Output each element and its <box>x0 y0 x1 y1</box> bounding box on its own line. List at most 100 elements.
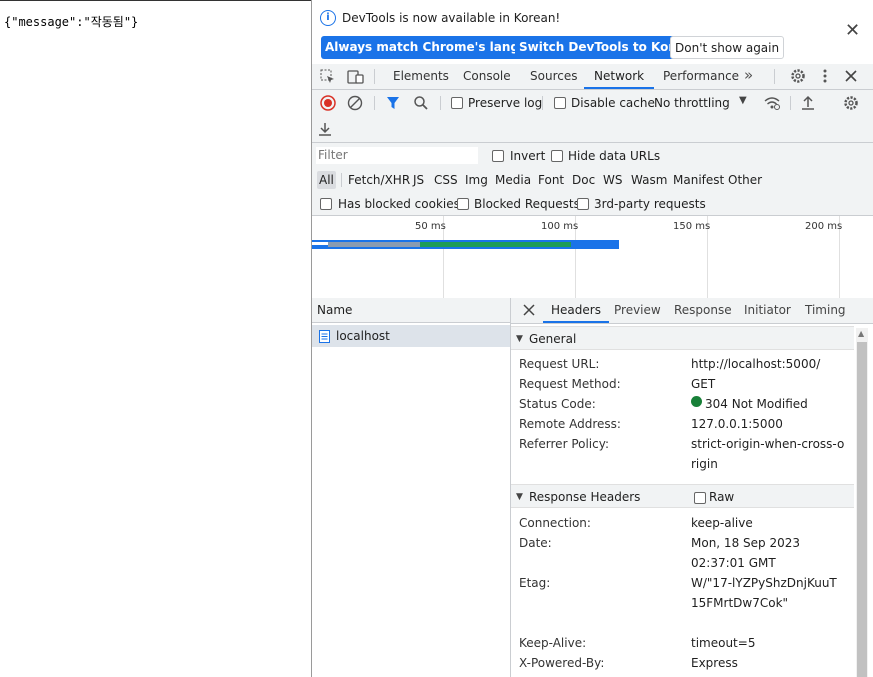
detail-tab-timing[interactable]: Timing <box>805 298 846 323</box>
more-options-vertical-icon[interactable] <box>820 68 830 84</box>
header-key: Request Method: <box>519 377 621 391</box>
type-filter-css[interactable]: CSS <box>432 171 460 189</box>
network-conditions-wifi-icon[interactable] <box>763 95 781 111</box>
tab-network[interactable]: Network <box>584 64 655 89</box>
network-overview-timeline[interactable]: 50 ms 100 ms 150 ms 200 ms <box>312 215 873 299</box>
response-headers-title: Response Headers <box>529 490 641 504</box>
import-har-upload-icon[interactable] <box>801 95 815 111</box>
settings-gear-icon[interactable] <box>790 68 806 84</box>
disable-cache-checkbox[interactable] <box>554 97 566 109</box>
type-filter-all[interactable]: All <box>317 171 336 189</box>
preserve-log-checkbox[interactable] <box>451 97 463 109</box>
record-stop-icon[interactable] <box>320 95 336 111</box>
network-toolbar: Preserve log Disable cache No throttling… <box>312 90 873 143</box>
header-key: Request URL: <box>519 357 600 371</box>
header-value: Express <box>691 656 738 670</box>
throttling-select[interactable]: No throttling <box>654 96 730 110</box>
invert-checkbox[interactable] <box>492 150 504 162</box>
header-key: Keep-Alive: <box>519 636 587 650</box>
type-filter-img[interactable]: Img <box>463 171 490 189</box>
type-filter-other[interactable]: Other <box>726 171 764 189</box>
header-key: X-Powered-By: <box>519 656 605 670</box>
type-separator <box>341 173 342 187</box>
filter-funnel-icon[interactable] <box>386 96 400 110</box>
infobar-close-icon[interactable]: ✕ <box>845 22 860 40</box>
tab-sources[interactable]: Sources <box>530 64 577 89</box>
clear-log-icon[interactable] <box>347 95 363 111</box>
detail-tab-bar: Headers Preview Response Initiator Timin… <box>511 298 873 324</box>
overview-tick-label: 100 ms <box>541 221 579 232</box>
tab-performance[interactable]: Performance <box>663 64 739 89</box>
detail-tab-initiator[interactable]: Initiator <box>744 298 791 323</box>
header-key: Referrer Policy: <box>519 437 609 451</box>
preserve-log-label: Preserve log <box>468 96 543 110</box>
hide-data-urls-checkbox[interactable] <box>551 150 563 162</box>
filter-input[interactable]: Filter <box>316 147 478 164</box>
type-filter-js[interactable]: JS <box>411 171 426 189</box>
more-tabs-chevron-icon[interactable]: » <box>744 67 753 83</box>
detail-tab-preview[interactable]: Preview <box>614 298 661 323</box>
close-devtools-icon[interactable] <box>844 69 858 83</box>
tab-separator <box>774 69 775 84</box>
header-value: GET <box>691 377 716 391</box>
devtools-panel: i DevTools is now available in Korean! ✕… <box>311 0 873 677</box>
detail-tab-response[interactable]: Response <box>674 298 732 323</box>
document-icon <box>319 330 330 343</box>
expand-triangle-icon: ▼ <box>516 334 523 344</box>
type-filter-media[interactable]: Media <box>493 171 533 189</box>
request-name: localhost <box>336 329 390 343</box>
overview-tick-label: 200 ms <box>805 221 843 232</box>
blocked-requests-label: Blocked Requests <box>474 197 580 211</box>
request-detail-panel: Headers Preview Response Initiator Timin… <box>511 298 873 677</box>
header-key: Connection: <box>519 516 591 530</box>
type-filter-font[interactable]: Font <box>536 171 566 189</box>
export-har-download-icon[interactable] <box>318 121 332 137</box>
overview-download-segment <box>420 242 571 247</box>
raw-checkbox[interactable] <box>694 492 706 504</box>
header-key: Status Code: <box>519 397 596 411</box>
header-key: Remote Address: <box>519 417 621 431</box>
general-section-title: General <box>529 332 577 346</box>
device-toolbar-icon[interactable] <box>347 69 365 85</box>
has-blocked-cookies-checkbox[interactable] <box>320 198 332 210</box>
detail-tab-headers[interactable]: Headers <box>543 298 609 323</box>
throttling-dropdown-icon[interactable]: ▼ <box>739 95 747 106</box>
close-detail-icon[interactable] <box>523 304 535 316</box>
request-list-name-header[interactable]: Name <box>312 298 511 323</box>
browser-window: {"message":"작동됨"} i DevTools is now avai… <box>0 0 873 677</box>
type-filter-doc[interactable]: Doc <box>570 171 597 189</box>
tab-console[interactable]: Console <box>463 64 511 89</box>
scroll-up-arrow-icon[interactable]: ▲ <box>858 330 864 338</box>
type-filter-wasm[interactable]: Wasm <box>629 171 669 189</box>
hide-data-urls-label: Hide data URLs <box>568 149 661 163</box>
page-content: {"message":"작동됨"} <box>0 0 311 677</box>
type-filter-ws[interactable]: WS <box>601 171 624 189</box>
type-filter-fetch-xhr[interactable]: Fetch/XHR <box>346 171 412 189</box>
dont-show-again-button[interactable]: Don't show again <box>670 36 785 59</box>
scrollbar-thumb[interactable] <box>857 342 867 677</box>
third-party-requests-checkbox[interactable] <box>577 198 589 210</box>
language-infobar: i DevTools is now available in Korean! ✕… <box>312 0 873 65</box>
header-value: timeout=5 <box>691 636 756 650</box>
request-row-localhost[interactable]: localhost <box>312 325 511 347</box>
overview-waiting-segment <box>328 242 420 247</box>
overview-tick-label: 150 ms <box>673 221 711 232</box>
response-headers-section-header[interactable]: ▼ Response Headers Raw <box>511 484 854 508</box>
header-value: W/"17-lYZPyShzDnjKuuT15FMrtDw7Cok" <box>691 576 837 610</box>
search-icon[interactable] <box>414 96 428 110</box>
network-settings-gear-icon[interactable] <box>843 95 859 111</box>
infobar-message: DevTools is now available in Korean! <box>342 11 561 25</box>
header-value: http://localhost:5000/ <box>691 357 821 371</box>
toolbar-separator <box>542 96 543 110</box>
blocked-requests-checkbox[interactable] <box>457 198 469 210</box>
type-filter-manifest[interactable]: Manifest <box>671 171 726 189</box>
header-value: strict-origin-when-cross-origin <box>691 437 845 471</box>
inspect-element-icon[interactable] <box>320 69 336 85</box>
has-blocked-cookies-label: Has blocked cookies <box>338 197 460 211</box>
tab-separator <box>374 69 375 84</box>
header-value: 127.0.0.1:5000 <box>691 417 783 431</box>
detail-scrollbar[interactable]: ▲ <box>856 328 868 677</box>
general-section-header[interactable]: ▼ General <box>511 326 854 350</box>
toolbar-separator <box>440 96 441 110</box>
tab-elements[interactable]: Elements <box>393 64 449 89</box>
